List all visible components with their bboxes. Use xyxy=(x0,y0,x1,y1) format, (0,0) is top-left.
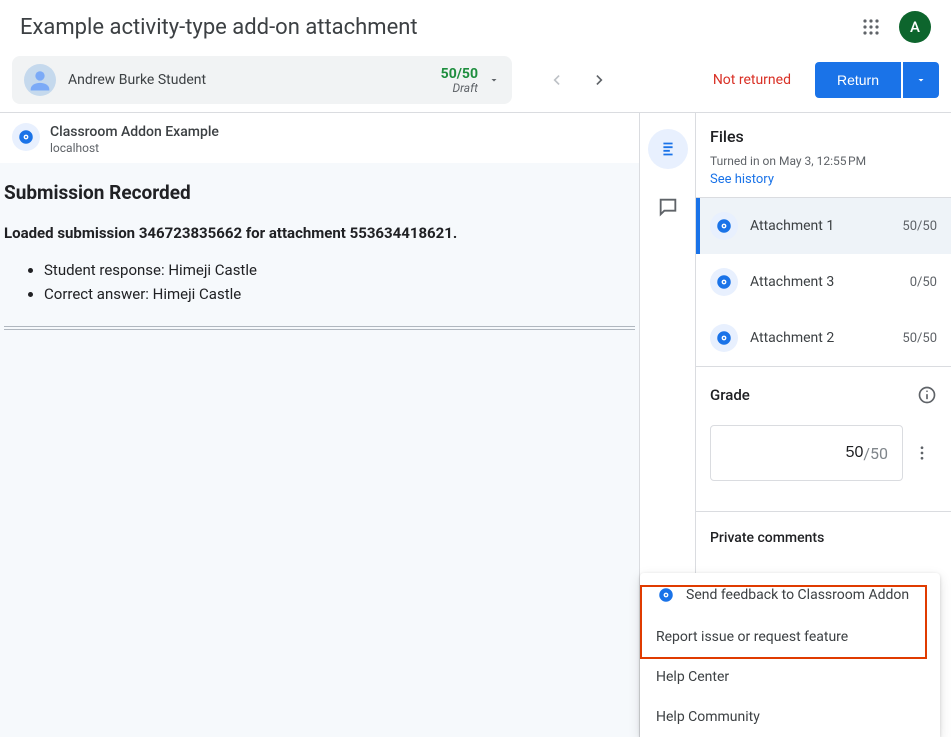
attachment-score: 50/50 xyxy=(902,219,937,234)
header: Example activity-type add-on attachment … xyxy=(0,0,951,50)
attachment-row[interactable]: Attachment 1 50/50 xyxy=(696,198,951,254)
files-title: Files xyxy=(710,127,937,146)
content-column: Classroom Addon Example localhost Submis… xyxy=(0,113,640,737)
pin-icon xyxy=(715,273,733,291)
addon-host: localhost xyxy=(50,141,219,155)
next-student-button[interactable] xyxy=(580,60,620,100)
more-vert-icon xyxy=(913,444,931,462)
grade-menu-button[interactable] xyxy=(913,444,937,462)
grade-denominator: /50 xyxy=(863,444,888,463)
popup-item-report-issue[interactable]: Report issue or request feature xyxy=(640,617,940,657)
help-popup: Send feedback to Classroom Addon Report … xyxy=(640,573,940,737)
see-history-link[interactable]: See history xyxy=(710,172,774,187)
prev-student-button[interactable] xyxy=(536,60,576,100)
comment-icon xyxy=(657,196,679,218)
submission-heading: Submission Recorded xyxy=(4,181,635,204)
popup-label: Help Center xyxy=(656,669,729,685)
files-block: Files Turned in on May 3, 12:55 PM See h… xyxy=(696,113,951,198)
pin-icon xyxy=(715,217,733,235)
attachment-icon xyxy=(710,268,738,296)
return-button-group: Return xyxy=(815,62,939,98)
grade-input[interactable] xyxy=(813,444,863,462)
private-comments-title: Private comments xyxy=(710,530,937,546)
popup-label: Send feedback to Classroom Addon xyxy=(686,587,909,603)
attachment-score: 0/50 xyxy=(910,275,937,290)
doc-icon xyxy=(657,138,679,160)
toolbar: Andrew Burke Student 50/50 Draft Not ret… xyxy=(0,50,951,112)
popup-label: Help Community xyxy=(656,709,760,725)
private-comments-block: Private comments xyxy=(696,512,951,562)
student-selector[interactable]: Andrew Burke Student 50/50 Draft xyxy=(12,56,512,104)
attachment-name: Attachment 2 xyxy=(750,330,890,346)
submission-list: Student response: Himeji Castle Correct … xyxy=(4,258,635,306)
grade-block: Grade /50 xyxy=(696,367,951,493)
attachment-name: Attachment 3 xyxy=(750,274,898,290)
submission-line: Loaded submission 346723835662 for attac… xyxy=(4,224,635,242)
student-name: Andrew Burke Student xyxy=(68,72,441,88)
addon-title: Classroom Addon Example xyxy=(50,123,219,141)
student-score: 50/50 xyxy=(441,66,478,82)
content-body: Submission Recorded Loaded submission 34… xyxy=(0,163,639,737)
attachment-name: Attachment 1 xyxy=(750,218,890,234)
submission-item: Student response: Himeji Castle xyxy=(44,258,635,282)
addon-header: Classroom Addon Example localhost xyxy=(0,113,639,163)
chevron-down-icon xyxy=(488,74,500,86)
return-menu-button[interactable] xyxy=(903,62,939,98)
student-score-block: 50/50 Draft xyxy=(441,66,478,94)
attachment-score: 50/50 xyxy=(902,331,937,346)
turned-in-text: Turned in on May 3, 12:55 PM xyxy=(710,154,937,168)
attachment-icon xyxy=(710,324,738,352)
pin-icon xyxy=(17,128,35,146)
info-icon[interactable] xyxy=(917,385,937,405)
main: Classroom Addon Example localhost Submis… xyxy=(0,112,951,737)
divider xyxy=(4,326,635,330)
attachment-row[interactable]: Attachment 2 50/50 xyxy=(696,310,951,366)
return-status: Not returned xyxy=(713,72,791,88)
addon-icon xyxy=(12,123,40,151)
chevron-left-icon xyxy=(546,70,566,90)
student-nav xyxy=(536,60,620,100)
rail-comments-button[interactable] xyxy=(648,187,688,227)
person-icon xyxy=(26,66,54,94)
pin-icon xyxy=(715,329,733,347)
user-avatar[interactable]: A xyxy=(899,11,931,43)
attachment-list: Attachment 1 50/50 Attachment 3 0/50 Att… xyxy=(696,198,951,366)
student-avatar-icon xyxy=(24,64,56,96)
return-button[interactable]: Return xyxy=(815,62,901,98)
attachment-row[interactable]: Attachment 3 0/50 xyxy=(696,254,951,310)
attachment-icon xyxy=(710,212,738,240)
grid-icon xyxy=(862,18,880,36)
chevron-down-icon xyxy=(915,74,927,86)
grade-input-wrap[interactable]: /50 xyxy=(710,425,903,481)
popup-item-send-feedback[interactable]: Send feedback to Classroom Addon xyxy=(640,573,940,617)
popup-item-help-community[interactable]: Help Community xyxy=(640,697,940,737)
page-title: Example activity-type add-on attachment xyxy=(20,15,859,40)
rail-files-button[interactable] xyxy=(648,129,688,169)
grade-row: /50 xyxy=(710,425,937,481)
pin-icon xyxy=(657,586,675,604)
chevron-right-icon xyxy=(590,70,610,90)
popup-item-help-center[interactable]: Help Center xyxy=(640,657,940,697)
submission-item: Correct answer: Himeji Castle xyxy=(44,282,635,306)
student-draft-label: Draft xyxy=(441,82,478,94)
google-apps-icon[interactable] xyxy=(859,15,883,39)
addon-icon xyxy=(656,585,676,605)
popup-label: Report issue or request feature xyxy=(656,629,848,645)
grade-title: Grade xyxy=(710,386,917,404)
